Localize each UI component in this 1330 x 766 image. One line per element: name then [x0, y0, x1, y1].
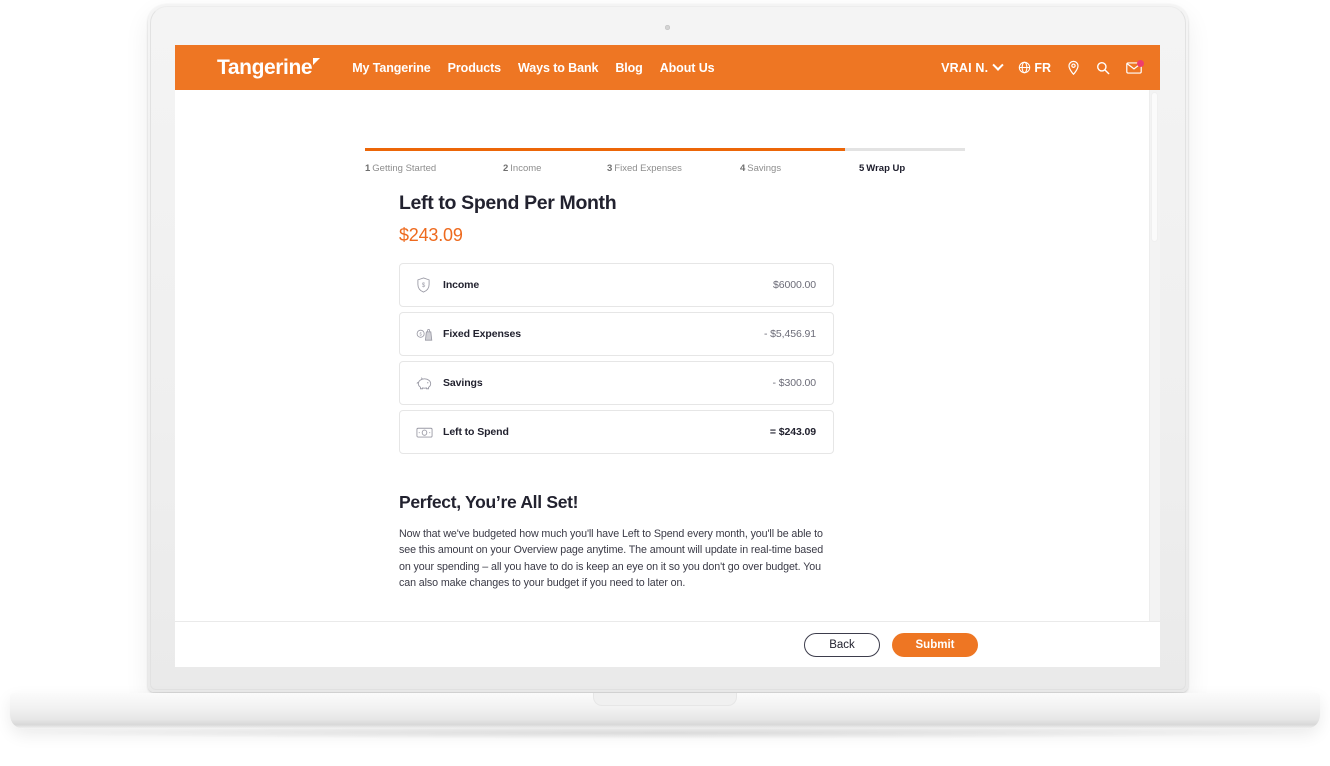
left-to-spend-amount: $243.09: [399, 225, 463, 245]
summary-value: $6000.00: [773, 279, 816, 291]
stepper-progress-fill: [365, 148, 845, 151]
step-label: Getting Started: [372, 163, 437, 174]
summary-row-left-to-spend: Left to Spend = $243.09: [399, 410, 834, 454]
stepper-track: [365, 148, 965, 151]
step-savings[interactable]: 4 Savings: [740, 163, 859, 174]
summary-row-income: $ Income $6000.00: [399, 263, 834, 307]
step-number: 2: [503, 163, 509, 174]
section-paragraph: Now that we've budgeted how much you'll …: [399, 528, 824, 589]
section-heading: Perfect, You’re All Set!: [399, 492, 579, 512]
user-menu[interactable]: VRAI N.: [941, 59, 1004, 75]
header-utilities: VRAI N. FR: [941, 59, 1144, 75]
leaf-icon: [313, 58, 321, 65]
nav-item-products[interactable]: Products: [448, 61, 501, 75]
progress-stepper: 1 Getting Started 2 Income 3 Fixed Expenses…: [365, 148, 965, 174]
summary-label: Fixed Expenses: [443, 328, 521, 340]
content-area: 1 Getting Started 2 Income 3 Fixed Expenses…: [175, 90, 1160, 667]
location-pin-icon[interactable]: [1067, 60, 1080, 75]
user-name-label: VRAI N.: [941, 60, 989, 75]
language-toggle[interactable]: FR: [1018, 61, 1051, 75]
step-label: Savings: [747, 163, 782, 174]
scrollbar-thumb[interactable]: [1151, 92, 1158, 242]
nav-item-blog[interactable]: Blog: [615, 61, 642, 75]
laptop-shadow: [25, 727, 1305, 739]
step-label: Fixed Expenses: [614, 163, 682, 174]
back-button[interactable]: Back: [804, 632, 880, 657]
svg-text:$: $: [422, 283, 426, 289]
search-icon[interactable]: [1096, 61, 1110, 75]
nav-item-my-tangerine[interactable]: My Tangerine: [352, 61, 431, 75]
summary-row-savings: Savings - $300.00: [399, 361, 834, 405]
coins-bag-icon: $: [416, 327, 443, 342]
main-navigation: My Tangerine Products Ways to Bank Blog …: [352, 61, 714, 75]
chevron-down-icon: [992, 59, 1004, 71]
step-number: 5: [859, 163, 865, 174]
notification-badge: [1137, 59, 1144, 67]
stepper-labels: 1 Getting Started 2 Income 3 Fixed Expenses…: [365, 163, 965, 174]
browser-screen: Tangerine My Tangerine Products Ways to …: [175, 45, 1160, 667]
summary-value: - $300.00: [772, 377, 817, 389]
piggy-bank-icon: [416, 376, 443, 391]
summary-value: - $5,456.91: [763, 328, 816, 340]
webcam-icon: [665, 25, 670, 30]
language-label: FR: [1034, 60, 1051, 75]
nav-item-about-us[interactable]: About Us: [660, 61, 715, 75]
laptop-mockup: Tangerine My Tangerine Products Ways to …: [0, 0, 1330, 766]
submit-button[interactable]: Submit: [892, 632, 978, 657]
summary-row-fixed-expenses: $ Fixed Expenses - $5,456.91: [399, 312, 834, 356]
step-label: Wrap Up: [866, 163, 906, 174]
summary-label: Savings: [443, 377, 483, 389]
step-number: 1: [365, 163, 371, 174]
nav-item-ways-to-bank[interactable]: Ways to Bank: [518, 61, 598, 75]
step-fixed-expenses[interactable]: 3 Fixed Expenses: [607, 163, 740, 174]
shield-dollar-icon: $: [416, 277, 443, 293]
summary-label: Income: [443, 279, 480, 291]
tangerine-logo[interactable]: Tangerine: [217, 56, 321, 79]
step-number: 4: [740, 163, 746, 174]
brand-name: Tangerine: [217, 56, 313, 79]
step-wrap-up[interactable]: 5 Wrap Up: [859, 163, 905, 174]
site-header: Tangerine My Tangerine Products Ways to …: [175, 45, 1160, 90]
scrollbar[interactable]: [1149, 90, 1160, 667]
svg-text:$: $: [419, 331, 422, 336]
form-footer: Back Submit: [175, 621, 1160, 667]
summary-value: = $243.09: [769, 426, 816, 438]
summary-label: Left to Spend: [443, 426, 509, 438]
envelope-icon[interactable]: [1126, 59, 1144, 74]
step-getting-started[interactable]: 1 Getting Started: [365, 163, 503, 174]
banknote-icon: [416, 426, 443, 439]
page-title: Left to Spend Per Month: [399, 192, 617, 214]
step-income[interactable]: 2 Income: [503, 163, 607, 174]
globe-icon: [1018, 61, 1031, 74]
page-body: Left to Spend Per Month $243.09 $ Income…: [399, 192, 834, 591]
step-label: Income: [510, 163, 542, 174]
budget-summary-list: $ Income $6000.00 $ Fixed Expenses - $5,…: [399, 263, 834, 454]
step-number: 3: [607, 163, 613, 174]
laptop-base-notch: [593, 693, 737, 706]
